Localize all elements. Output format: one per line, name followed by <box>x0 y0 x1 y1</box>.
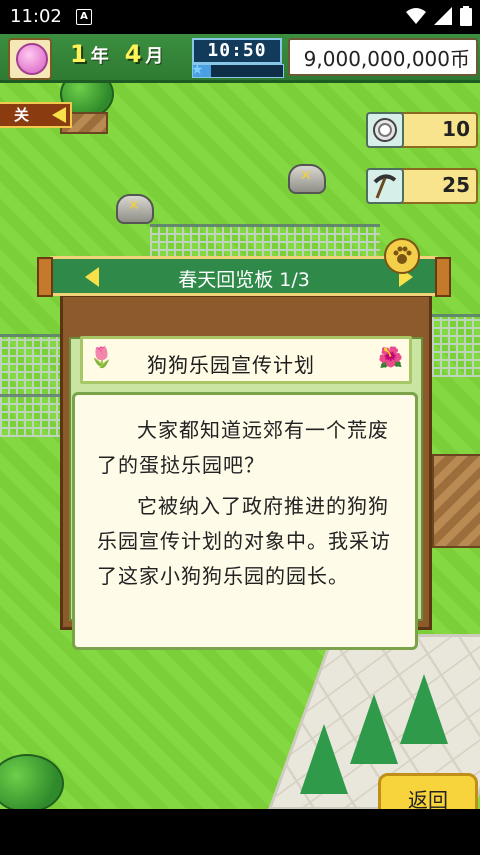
player-avatar[interactable] <box>8 38 52 80</box>
money-display: 9,000,000,000币 <box>288 38 478 76</box>
back-button[interactable]: 返回 <box>378 773 478 809</box>
wood-path-decoration <box>432 454 480 548</box>
rock-obstacle[interactable] <box>116 194 154 224</box>
dialog-title: 春天回览板 1/3 <box>178 269 310 291</box>
rock-obstacle[interactable] <box>288 164 326 194</box>
time-progress-bar: ★ <box>191 62 284 78</box>
battery-icon <box>460 6 472 26</box>
collapse-arrow-icon <box>52 107 66 123</box>
banner-post-right <box>435 257 451 297</box>
year-unit: 年 <box>90 46 109 67</box>
coin-counter[interactable]: 10 <box>366 112 478 148</box>
star-icon: ★ <box>191 62 204 78</box>
fence-decoration <box>432 314 480 377</box>
system-icons <box>406 6 472 26</box>
status-time: 11:02 <box>10 6 62 27</box>
flowers-icon: 🌷 <box>89 345 114 369</box>
close-tab-button[interactable]: 关 <box>0 102 72 128</box>
app-notification-icon: A <box>76 9 92 25</box>
game-date: 1 年 4 月 <box>70 40 175 68</box>
dialog-subtitle-text: 狗狗乐园宣传计划 <box>147 353 315 377</box>
cell-signal-icon <box>434 7 452 25</box>
paw-icon <box>384 238 420 274</box>
month-number: 4 <box>124 40 142 68</box>
coin-count: 10 <box>442 117 470 141</box>
bush-decoration <box>0 754 64 809</box>
dialog-title-banner: 春天回览板 1/3 <box>37 256 451 297</box>
pickaxe-icon <box>366 168 404 204</box>
game-clock: 10:50 <box>192 38 282 64</box>
coin-icon <box>366 112 404 148</box>
dialog-subtitle: 🌷 狗狗乐园宣传计划 🌺 <box>80 336 412 384</box>
fence-decoration <box>0 394 60 437</box>
dialog-paragraph: 它被纳入了政府推进的狗狗乐园宣传计划的对象中。我采访了这家小狗狗乐园的园长。 <box>97 494 391 588</box>
top-hud: 1 年 4 月 10:50 ★ 9,000,000,000币 <box>0 34 480 83</box>
fence-decoration <box>0 334 60 397</box>
game-view[interactable]: 1 年 4 月 10:50 ★ 9,000,000,000币 关 10 25 <box>0 34 480 809</box>
dialog-paragraph: 大家都知道远郊有一个荒废了的蛋挞乐园吧？ <box>97 418 389 477</box>
dialog-body: 大家都知道远郊有一个荒废了的蛋挞乐园吧？ 它被纳入了政府推进的狗狗乐园宣传计划的… <box>72 392 418 650</box>
wifi-icon <box>406 8 426 24</box>
month-unit: 月 <box>145 46 164 67</box>
flowers-icon: 🌺 <box>378 345 403 369</box>
pickaxe-count: 25 <box>442 173 470 197</box>
avatar-blob-icon <box>16 43 48 75</box>
status-bar: 11:02 A <box>0 0 480 34</box>
pickaxe-counter[interactable]: 25 <box>366 168 478 204</box>
navigation-bar-area <box>0 809 480 855</box>
close-tab-label: 关 <box>14 106 30 124</box>
year-number: 1 <box>70 40 87 68</box>
pine-tree-decoration <box>350 694 398 764</box>
pine-tree-decoration <box>400 674 448 744</box>
pine-tree-decoration <box>300 724 348 794</box>
